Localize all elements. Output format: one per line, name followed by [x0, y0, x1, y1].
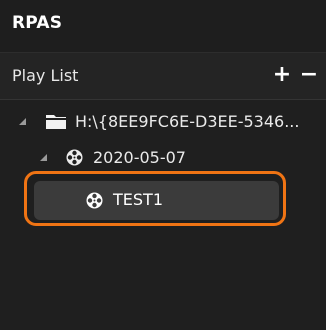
app-title: RPAS [12, 13, 63, 33]
playlist-label: Play List [12, 66, 79, 85]
title-bar: RPAS [0, 0, 326, 53]
add-button[interactable]: + [270, 61, 294, 89]
tree-root-folder[interactable]: H:\{8EE9FC6E-D3EE-5346... [0, 105, 326, 139]
playlist-panel: RPAS Play List + − H:\{8EE9FC6E-D3EE-534… [0, 0, 326, 330]
tree-item-test1[interactable]: TEST1 [34, 181, 279, 220]
tree-date-node[interactable]: 2020-05-07 [0, 141, 326, 175]
playlist-header: Play List + − [0, 53, 326, 100]
tree-root-label: H:\{8EE9FC6E-D3EE-5346... [75, 112, 300, 131]
expand-arrow-icon[interactable] [19, 118, 26, 125]
expand-arrow-icon[interactable] [40, 154, 47, 161]
film-reel-icon [66, 149, 83, 166]
tree-item-label: TEST1 [113, 190, 163, 209]
remove-button[interactable]: − [297, 61, 321, 89]
film-reel-icon [86, 192, 103, 209]
tree-date-label: 2020-05-07 [93, 148, 186, 167]
folder-icon [46, 115, 66, 129]
